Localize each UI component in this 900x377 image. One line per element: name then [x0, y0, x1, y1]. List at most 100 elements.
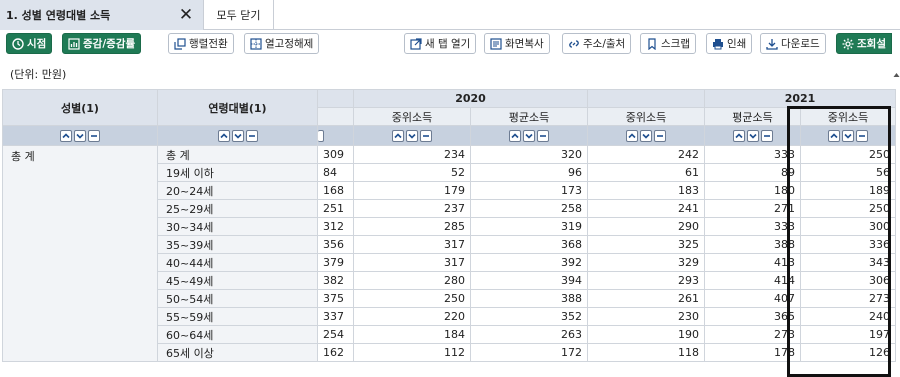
table-cell: 325	[587, 235, 705, 254]
sort-controls-col-3	[704, 125, 801, 146]
sort-down-icon[interactable]	[74, 130, 86, 142]
tab-active-label: 1. 성별 연령대별 소득	[6, 9, 111, 22]
bookmark-icon	[646, 37, 658, 50]
table-cell: 242	[587, 145, 705, 164]
sort-up-icon[interactable]	[509, 130, 521, 142]
collapse-icon[interactable]	[654, 130, 666, 142]
collapse-icon[interactable]	[245, 130, 258, 142]
unfix-column-button[interactable]: 열고정해제	[244, 33, 320, 54]
subheader-col-4: 중위소득	[800, 107, 896, 126]
scrap-label: 스크랩	[661, 38, 690, 50]
screen-copy-button[interactable]: 화면복사	[484, 33, 550, 54]
sort-down-icon[interactable]	[231, 130, 244, 142]
sort-up-icon[interactable]	[828, 130, 840, 142]
copy-icon	[490, 37, 502, 50]
subheader-col-0: 중위소득	[353, 107, 471, 126]
table-cell: 241	[587, 199, 705, 218]
sort-up-icon[interactable]	[60, 130, 72, 142]
new-tab-button[interactable]: 새 탭 열기	[404, 33, 477, 54]
scroll-up-icon[interactable]	[893, 69, 900, 77]
row-header-age: 60~64세	[157, 325, 318, 344]
sort-down-icon[interactable]	[746, 130, 759, 142]
header-year-2021: 2021	[704, 89, 896, 108]
table-cell: 293	[587, 271, 705, 290]
collapse-icon[interactable]	[856, 130, 868, 142]
sort-down-icon[interactable]	[406, 130, 418, 142]
tab-active[interactable]: 1. 성별 연령대별 소득	[0, 0, 204, 30]
table-cell: 317	[353, 235, 471, 254]
table-cell: 388	[704, 235, 801, 254]
collapse-icon[interactable]	[318, 130, 324, 142]
header-age[interactable]: 연령대별(1)	[157, 89, 318, 126]
change-rate-button[interactable]: 증감/증감률	[62, 33, 142, 54]
unfix-icon	[250, 37, 262, 50]
table-cell: 379	[317, 253, 354, 272]
unfix-column-label: 열고정해제	[265, 38, 314, 50]
screen-copy-label: 화면복사	[505, 38, 544, 50]
table-cell: 407	[704, 289, 801, 308]
table-cell: 52	[353, 163, 471, 182]
sort-down-icon[interactable]	[523, 130, 535, 142]
table-cell: 250	[800, 145, 896, 164]
sort-controls-partial	[317, 125, 354, 146]
new-tab-label: 새 탭 열기	[425, 38, 471, 50]
table-cell: 375	[317, 289, 354, 308]
header-year-blank	[317, 89, 354, 108]
table-cell: 184	[353, 325, 471, 344]
sort-controls-col-4	[800, 125, 896, 146]
row-header-age: 25~29세	[157, 199, 318, 218]
table-cell: 319	[470, 217, 588, 236]
table-cell: 309	[317, 145, 354, 164]
table-cell: 251	[317, 199, 354, 218]
table-cell: 189	[800, 181, 896, 200]
table-cell: 356	[317, 235, 354, 254]
time-button[interactable]: 시점	[6, 33, 53, 54]
settings-button[interactable]: 조회설	[836, 33, 892, 54]
sort-up-icon[interactable]	[217, 130, 230, 142]
collapse-icon[interactable]	[537, 130, 549, 142]
table-cell: 414	[704, 271, 801, 290]
table-cell: 162	[317, 343, 354, 362]
subheader-col-1: 평균소득	[470, 107, 588, 126]
close-all-button[interactable]: 모두 닫기	[204, 0, 274, 30]
table-cell: 173	[470, 181, 588, 200]
close-icon[interactable]: ✕	[176, 5, 196, 25]
table-cell: 96	[470, 163, 588, 182]
sort-up-icon[interactable]	[626, 130, 638, 142]
change-rate-label: 증감/증감률	[83, 38, 136, 50]
table-cell: 320	[470, 145, 588, 164]
sort-controls-col-0	[353, 125, 471, 146]
table-cell: 312	[317, 217, 354, 236]
pivot-button[interactable]: 행렬전환	[168, 33, 234, 54]
address-source-button[interactable]: 주소/출처	[562, 33, 632, 54]
table-cell: 126	[800, 343, 896, 362]
table-cell: 237	[353, 199, 471, 218]
table-cell: 180	[704, 181, 801, 200]
table-cell: 273	[800, 289, 896, 308]
sort-down-icon[interactable]	[640, 130, 652, 142]
sort-down-icon[interactable]	[842, 130, 854, 142]
pivot-label: 행렬전환	[189, 38, 228, 50]
collapse-icon[interactable]	[420, 130, 432, 142]
table-row: 총 계총 계 309 234 320 242 333 250	[2, 145, 896, 362]
download-button[interactable]: 다운로드	[760, 33, 826, 54]
row-header-age: 65세 이상	[157, 343, 318, 362]
table-cell: 317	[353, 253, 471, 272]
header-gender[interactable]: 성별(1)	[2, 89, 158, 126]
table-cell: 413	[704, 253, 801, 272]
table-cell: 352	[470, 307, 588, 326]
sort-up-icon[interactable]	[392, 130, 404, 142]
print-label: 인쇄	[727, 38, 747, 50]
print-button[interactable]: 인쇄	[706, 33, 753, 54]
table-cell: 254	[317, 325, 354, 344]
table-cell: 190	[587, 325, 705, 344]
unit-label: (단위: 만원)	[10, 68, 67, 81]
collapse-icon[interactable]	[88, 130, 100, 142]
scrap-button[interactable]: 스크랩	[640, 33, 696, 54]
sort-up-icon[interactable]	[732, 130, 745, 142]
collapse-icon[interactable]	[760, 130, 773, 142]
data-table: 성별(1) 연령대별(1) 2020 2021 중위소득 평균소득 중위소득 평…	[2, 89, 896, 362]
table-cell: 365	[704, 307, 801, 326]
sort-controls-age	[157, 125, 318, 146]
table-cell: 168	[317, 181, 354, 200]
